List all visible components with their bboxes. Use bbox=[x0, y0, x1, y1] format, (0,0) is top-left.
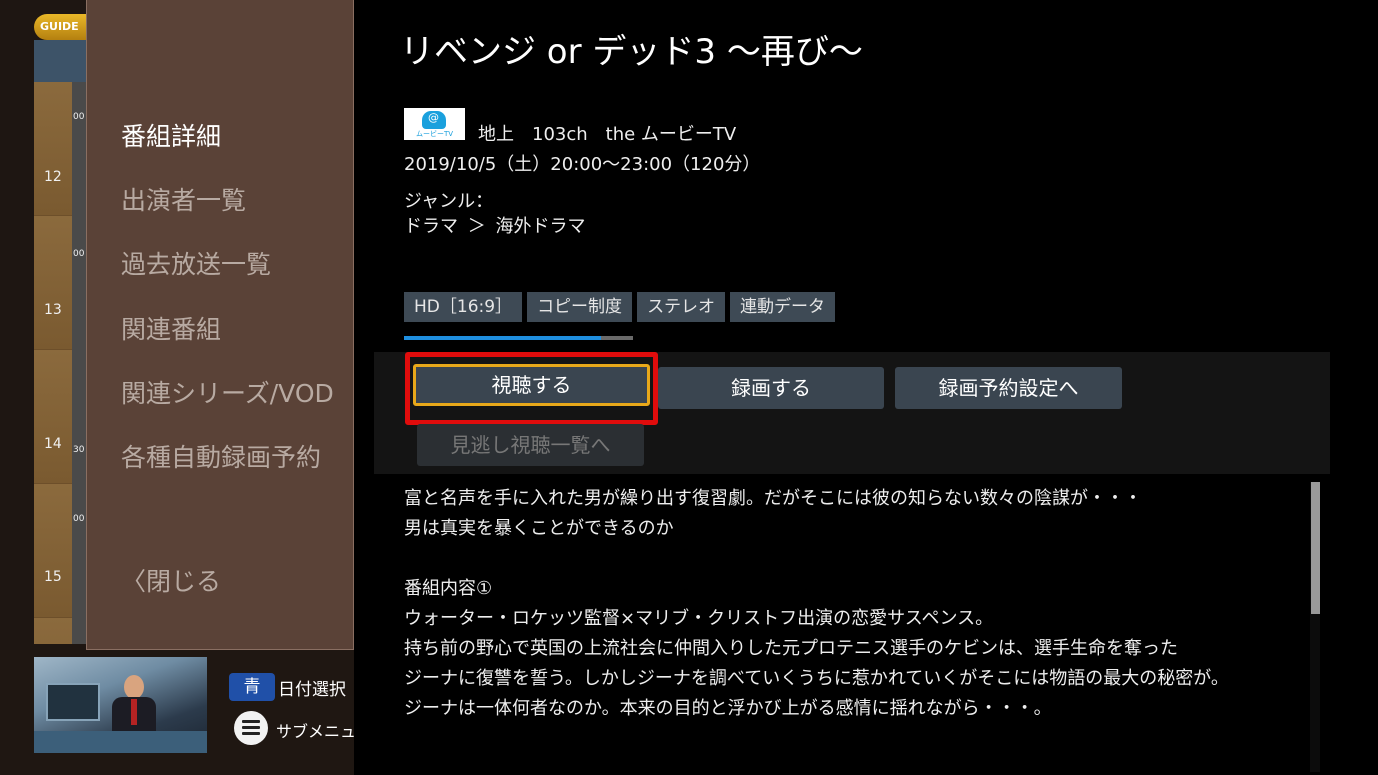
menu-item-past-broadcasts[interactable]: 過去放送一覧 bbox=[121, 245, 271, 281]
genre-separator-icon: ＞ bbox=[467, 216, 486, 237]
tag-stereo: ステレオ bbox=[637, 292, 726, 322]
camera-icon bbox=[422, 111, 446, 129]
side-menu: 番組詳細 出演者一覧 過去放送一覧 関連番組 関連シリーズ/VOD 各種自動録画… bbox=[86, 0, 354, 650]
hour-label: 13 bbox=[44, 302, 62, 318]
program-attribute-tags: HD［16:9］ コピー制度 ステレオ 連動データ bbox=[404, 292, 836, 322]
program-description: 富と名声を手に入れた男が繰り出す復習劇。だがそこには彼の知らない数々の陰謀が・・… bbox=[404, 484, 1284, 724]
minute-label: 00 bbox=[73, 249, 85, 259]
blue-key-icon[interactable]: 青 bbox=[229, 673, 275, 701]
date-select-label: 日付選択 bbox=[278, 680, 346, 700]
description-line bbox=[404, 544, 1284, 574]
studio-desk bbox=[34, 731, 207, 753]
menu-item-program-details[interactable]: 番組詳細 bbox=[121, 117, 221, 153]
description-line: 番組内容① bbox=[404, 578, 493, 599]
close-label: 閉じる bbox=[146, 567, 222, 596]
submenu-label: サブメニュー bbox=[276, 722, 354, 741]
live-preview-thumbnail bbox=[34, 657, 207, 753]
hour-label: 15 bbox=[44, 569, 62, 585]
program-title: リベンジ or デッド3 〜再び〜 bbox=[400, 32, 863, 72]
focus-highlight bbox=[405, 352, 658, 425]
epg-channel-header bbox=[34, 40, 90, 82]
guide-logo: GUIDE bbox=[34, 14, 90, 40]
description-line: 男は真実を暴くことができるのか bbox=[404, 518, 674, 539]
description-line: ウォーター・ロケッツ監督×マリブ・クリストフ出演の恋愛サスペンス。 bbox=[404, 608, 994, 629]
missed-list-button[interactable]: 見逃し視聴一覧へ bbox=[417, 424, 644, 466]
genre-path: ドラマ ＞ 海外ドラマ bbox=[404, 212, 585, 238]
record-button[interactable]: 録画する bbox=[658, 367, 884, 409]
reserve-settings-button[interactable]: 録画予約設定へ bbox=[895, 367, 1122, 409]
menu-item-related-programs[interactable]: 関連番組 bbox=[121, 310, 221, 346]
description-line: 富と名声を手に入れた男が繰り出す復習劇。だがそこには彼の知らない数々の陰謀が・・… bbox=[404, 488, 1142, 509]
tag-data-broadcast: 連動データ bbox=[730, 292, 836, 322]
channel-info: 地上 103ch the ムービーTV bbox=[478, 124, 737, 145]
close-menu-button[interactable]: 〈閉じる bbox=[121, 562, 221, 598]
genre-label: ジャンル： bbox=[404, 191, 494, 212]
description-line: ジーナは一体何者なのか。本来の目的と浮かび上がる感情に揺れながら・・・。 bbox=[404, 698, 1052, 719]
broadcast-datetime: 2019/10/5（土）20:00〜23:00（120分） bbox=[404, 154, 761, 175]
program-detail-panel: リベンジ or デッド3 〜再び〜 ムービーTV 地上 103ch the ムー… bbox=[354, 0, 1378, 775]
channel-logo-text: ムービーTV bbox=[415, 130, 454, 138]
hour-label: 14 bbox=[44, 436, 62, 452]
minute-label: 30 bbox=[73, 445, 85, 455]
hour-label: 12 bbox=[44, 169, 62, 185]
broadcast-progress-fill bbox=[404, 336, 601, 340]
epg-hour-column bbox=[34, 82, 72, 644]
menu-item-cast-list[interactable]: 出演者一覧 bbox=[121, 181, 246, 217]
menu-item-related-series-vod[interactable]: 関連シリーズ/VOD bbox=[121, 374, 334, 410]
chevron-left-icon: 〈 bbox=[121, 567, 147, 596]
genre-main: ドラマ bbox=[404, 216, 458, 237]
genre-sub: 海外ドラマ bbox=[495, 216, 586, 237]
studio-monitor bbox=[46, 683, 100, 721]
broadcast-progress-bar bbox=[404, 336, 633, 340]
tag-hd: HD［16:9］ bbox=[404, 292, 523, 322]
description-line: 持ち前の野心で英国の上流社会に仲間入りした元プロテニス選手のケビンは、選手生命を… bbox=[404, 638, 1178, 659]
description-line: ジーナに復讐を誓う。しかしジーナを調べていくうちに惹かれていくがそこには物語の最… bbox=[404, 668, 1229, 689]
minute-label: 00 bbox=[73, 514, 85, 524]
tag-copy-control: コピー制度 bbox=[527, 292, 633, 322]
minute-label: 00 bbox=[73, 112, 85, 122]
menu-item-auto-record[interactable]: 各種自動録画予約 bbox=[121, 438, 321, 474]
description-scrollbar-thumb[interactable] bbox=[1311, 482, 1320, 614]
submenu-icon[interactable] bbox=[234, 711, 268, 745]
channel-logo: ムービーTV bbox=[404, 108, 465, 140]
